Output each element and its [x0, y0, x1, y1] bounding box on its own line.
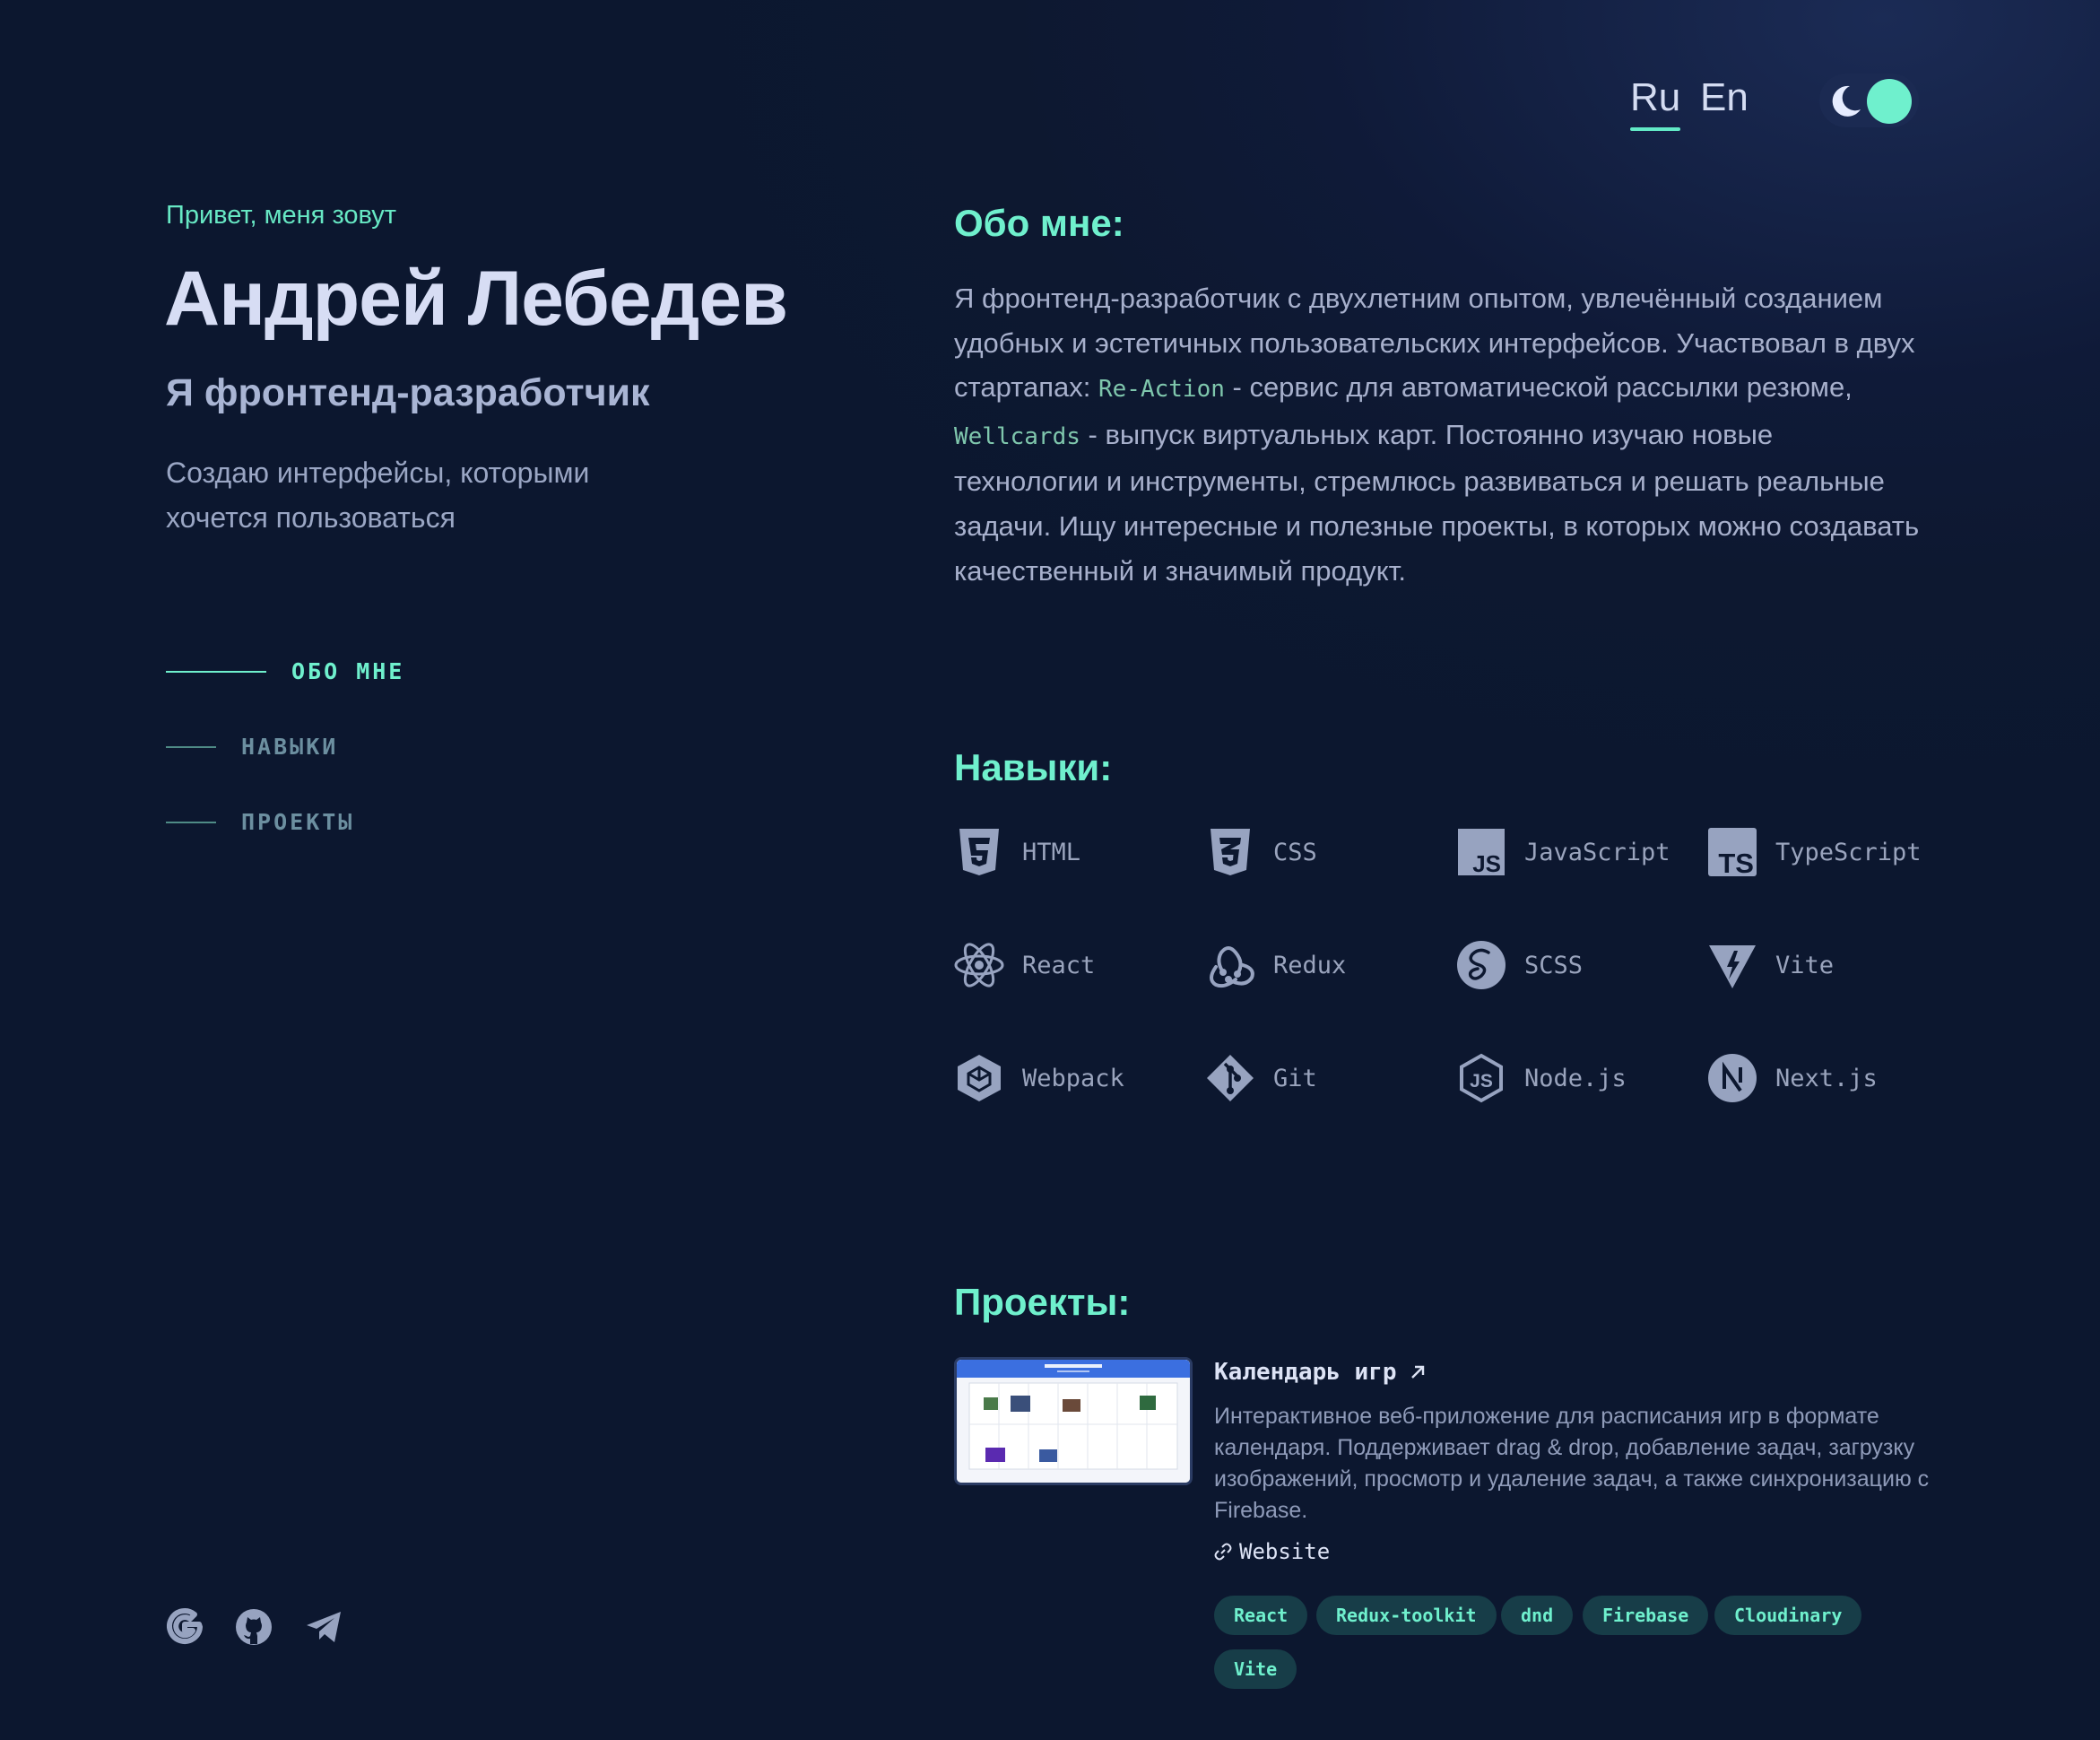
svg-text:JS: JS	[1472, 850, 1501, 877]
skill-label: TypeScript	[1775, 838, 1922, 866]
skill-label: CSS	[1273, 838, 1317, 866]
skill-label: JavaScript	[1524, 838, 1670, 866]
skill-redux: Redux	[1205, 940, 1346, 990]
skill-label: Node.js	[1524, 1064, 1627, 1092]
nav-item-skills[interactable]: НАВЫКИ	[166, 734, 338, 760]
tech-tag: dnd	[1501, 1596, 1574, 1635]
nav-item-label: НАВЫКИ	[241, 734, 339, 760]
project-website-link[interactable]: Website	[1214, 1539, 1330, 1564]
github-icon[interactable]	[233, 1606, 274, 1648]
redux-icon	[1210, 946, 1254, 988]
skill-scss: SCSS	[1456, 940, 1583, 990]
tech-tag: Firebase	[1583, 1596, 1709, 1635]
skill-webpack: Webpack	[954, 1053, 1124, 1103]
lang-ru-button[interactable]: Ru	[1630, 75, 1681, 131]
tagline: Создаю интерфейсы, которыми хочется поль…	[166, 457, 590, 534]
webpack-icon	[958, 1055, 1001, 1101]
skill-label: React	[1022, 951, 1096, 979]
about-text-part: - выпуск виртуальных карт. Постоянно изу…	[954, 418, 1920, 587]
nav-indicator	[166, 821, 216, 823]
lang-en-button[interactable]: En	[1700, 75, 1749, 120]
tech-tag: Redux-toolkit	[1316, 1596, 1497, 1635]
page-title: Андрей Лебедев	[164, 256, 788, 342]
javascript-icon: JS	[1458, 829, 1505, 877]
projects-title: Проекты:	[954, 1281, 1131, 1323]
skill-typescript: TS TypeScript	[1707, 827, 1922, 877]
toggle-knob	[1867, 79, 1912, 124]
git-icon	[1207, 1055, 1254, 1101]
svg-text:JS: JS	[1470, 1071, 1493, 1092]
nav-item-about[interactable]: ОБО МНЕ	[166, 658, 404, 684]
skill-html: HTML	[954, 827, 1080, 877]
nav-item-label: ОБО МНЕ	[291, 658, 405, 684]
tech-tag: React	[1214, 1596, 1308, 1635]
css3-icon	[1211, 829, 1250, 875]
skill-react: React	[954, 940, 1095, 990]
startup-reaction: Re-Action	[1098, 376, 1225, 404]
telegram-icon[interactable]	[303, 1606, 344, 1648]
nav-item-projects[interactable]: ПРОЕКТЫ	[166, 809, 354, 835]
about-text: Я фронтенд-разработчик с двухлетним опыт…	[954, 276, 1922, 593]
skill-css: CSS	[1205, 827, 1317, 877]
nextjs-icon	[1708, 1054, 1757, 1102]
skill-label: Git	[1273, 1064, 1317, 1092]
project-screenshot	[957, 1360, 1190, 1483]
google-icon[interactable]	[164, 1606, 205, 1648]
typescript-icon: TS	[1708, 828, 1757, 877]
nav-indicator	[166, 670, 266, 673]
project-description: Интерактивное веб-приложение для расписа…	[1214, 1404, 1930, 1523]
about-text-part: - сервис для автоматической рассылки рез…	[1224, 371, 1853, 404]
startup-wellcards: Wellcards	[954, 422, 1080, 450]
project-title: Календарь игр	[1214, 1359, 1397, 1386]
html5-icon	[959, 829, 999, 875]
skill-vite: Vite	[1707, 940, 1834, 990]
skill-nodejs: JS Node.js	[1456, 1053, 1627, 1103]
nav-item-label: ПРОЕКТЫ	[241, 809, 355, 835]
role-subtitle: Я фронтенд-разработчик	[166, 371, 650, 414]
skill-label: SCSS	[1524, 951, 1584, 979]
skill-javascript: JS JavaScript	[1456, 827, 1670, 877]
skill-label: Next.js	[1775, 1064, 1878, 1092]
skill-label: Webpack	[1022, 1064, 1124, 1092]
svg-text:TS: TS	[1718, 848, 1754, 877]
nodejs-icon: JS	[1460, 1053, 1503, 1103]
link-icon	[1214, 1543, 1232, 1561]
greeting: Привет, меня зовут	[166, 201, 397, 230]
skill-label: HTML	[1022, 838, 1081, 866]
skill-nextjs: Next.js	[1707, 1053, 1878, 1103]
project-link-label: Website	[1239, 1539, 1331, 1564]
nav-indicator	[166, 745, 216, 748]
project-thumbnail[interactable]	[954, 1357, 1193, 1485]
sass-icon	[1457, 941, 1506, 989]
tech-tag: Vite	[1214, 1649, 1297, 1689]
skill-label: Redux	[1273, 951, 1347, 979]
skill-label: Vite	[1775, 951, 1835, 979]
react-icon	[954, 943, 1004, 987]
moon-icon	[1832, 85, 1861, 117]
theme-toggle[interactable]	[1819, 74, 1919, 127]
vite-icon	[1709, 945, 1756, 988]
project-title-link[interactable]: Календарь игр	[1214, 1359, 1427, 1386]
skill-git: Git	[1205, 1053, 1317, 1103]
arrow-up-right-icon	[1410, 1365, 1424, 1379]
about-title: Обо мне:	[954, 202, 1124, 244]
tech-tag: Cloudinary	[1714, 1596, 1862, 1635]
skills-title: Навыки:	[954, 746, 1113, 788]
